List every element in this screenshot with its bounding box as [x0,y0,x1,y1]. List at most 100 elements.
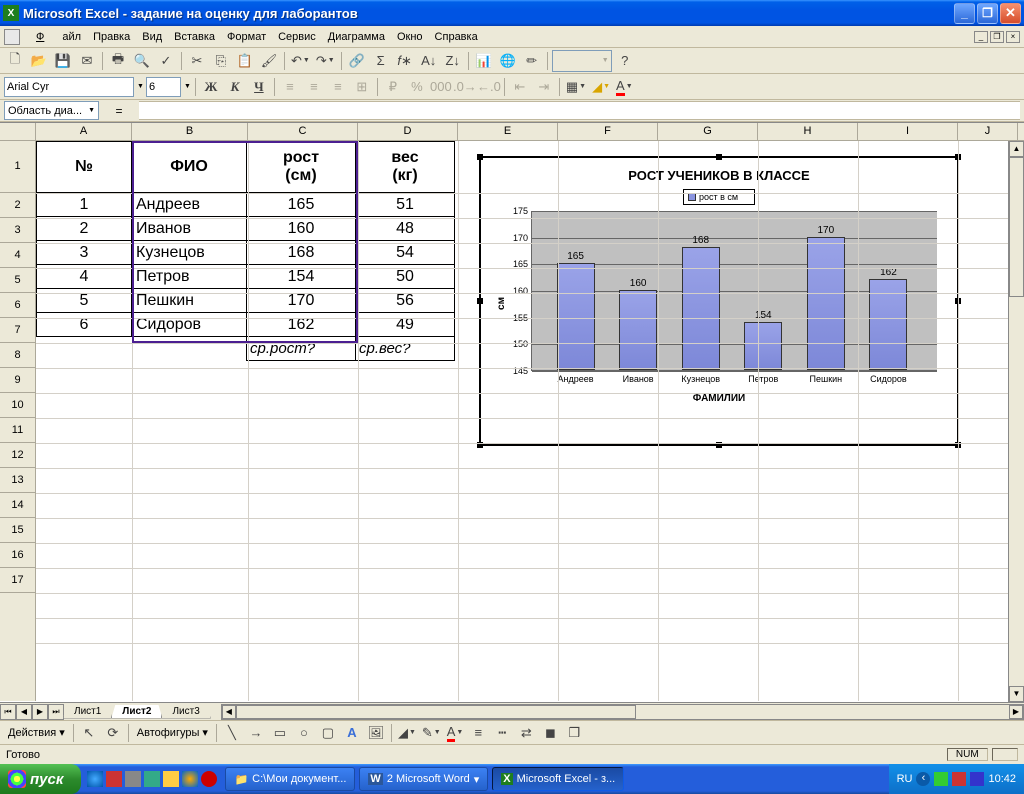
row-header-11[interactable]: 11 [0,418,35,443]
autosum-icon[interactable]: Σ [370,50,392,72]
currency-icon[interactable]: ₽ [382,76,404,98]
col-header-F[interactable]: F [558,123,658,140]
col-header-D[interactable]: D [358,123,458,140]
clipart-icon[interactable]: 🖼 [365,722,387,744]
dec-indent-icon[interactable]: ⇤ [509,76,531,98]
scroll-down-icon[interactable]: ▼ [1009,686,1024,702]
scroll-left-icon[interactable]: ◀ [222,705,236,719]
col-header-G[interactable]: G [658,123,758,140]
menu-window[interactable]: Окно [391,29,429,45]
worksheet[interactable]: ABCDEFGHIJ 1234567891011121314151617 №ФИ… [0,122,1024,702]
row-header-7[interactable]: 7 [0,318,35,343]
align-center-icon[interactable]: ≡ [303,76,325,98]
row-header-15[interactable]: 15 [0,518,35,543]
menu-edit[interactable]: Правка [87,29,136,45]
tab-last-icon[interactable]: ⏭ [48,704,64,720]
col-header-J[interactable]: J [958,123,1018,140]
col-header-C[interactable]: C [248,123,358,140]
drawing-icon[interactable]: ✏ [521,50,543,72]
name-box[interactable]: Область диа...▼ [4,101,99,120]
line-style-icon[interactable]: ≡ [467,722,489,744]
menu-chart[interactable]: Диаграмма [322,29,391,45]
row-header-17[interactable]: 17 [0,568,35,593]
row-header-1[interactable]: 1 [0,141,35,193]
row-header-12[interactable]: 12 [0,443,35,468]
col-header-B[interactable]: B [132,123,248,140]
formula-input[interactable] [139,101,1020,120]
col-header-H[interactable]: H [758,123,858,140]
sheet-tab-3[interactable]: Лист3 [161,705,210,719]
sort-desc-icon[interactable]: Z↓ [442,50,464,72]
arrow-style-icon[interactable]: ⇄ [515,722,537,744]
row-header-10[interactable]: 10 [0,393,35,418]
tray-app1-icon[interactable] [934,772,948,786]
lang-indicator[interactable]: RU [897,773,913,785]
textbox-icon[interactable]: ▢ [317,722,339,744]
font-size-combo[interactable] [146,77,181,97]
row-header-5[interactable]: 5 [0,268,35,293]
task-excel[interactable]: X Microsoft Excel - з... [492,767,624,791]
align-right-icon[interactable]: ≡ [327,76,349,98]
undo-icon[interactable]: ↶▼ [289,50,312,72]
spell-icon[interactable]: ✓ [155,50,177,72]
align-left-icon[interactable]: ≡ [279,76,301,98]
rect-icon[interactable]: ▭ [269,722,291,744]
ql-app-icon[interactable] [125,771,141,787]
autoshapes-menu[interactable]: Автофигуры ▾ [133,726,212,739]
comma-icon[interactable]: 000 [430,76,452,98]
tab-prev-icon[interactable]: ◀ [16,704,32,720]
fill-icon[interactable]: ◢▼ [396,722,418,744]
ql-mail-icon[interactable] [163,771,179,787]
menu-file[interactable]: Файл [24,29,87,45]
tab-first-icon[interactable]: ⏮ [0,704,16,720]
hyperlink-icon[interactable]: 🔗 [346,50,368,72]
minimize-button[interactable]: _ [954,3,975,24]
inc-indent-icon[interactable]: ⇥ [533,76,555,98]
percent-icon[interactable]: % [406,76,428,98]
help-icon[interactable]: ? [614,50,636,72]
dash-style-icon[interactable]: ┅ [491,722,513,744]
ql-ie-icon[interactable] [87,771,103,787]
tray-expand-icon[interactable]: ‹ [916,772,930,786]
maximize-button[interactable]: ❐ [977,3,998,24]
row-header-4[interactable]: 4 [0,243,35,268]
col-header-I[interactable]: I [858,123,958,140]
cut-icon[interactable]: ✂ [186,50,208,72]
row-header-3[interactable]: 3 [0,218,35,243]
print-icon[interactable]: 🖶 [107,50,129,72]
menu-help[interactable]: Справка [429,29,484,45]
merge-icon[interactable]: ⊞ [351,76,373,98]
font-name-combo[interactable] [4,77,134,97]
italic-icon[interactable]: К [224,76,246,98]
mdi-minimize[interactable]: _ [974,31,988,43]
line-color-icon[interactable]: ✎▼ [420,722,443,744]
preview-icon[interactable]: 🔍 [131,50,153,72]
function-icon[interactable]: f∗ [394,50,416,72]
chart-wizard-icon[interactable]: 📊 [473,50,495,72]
close-button[interactable]: ✕ [1000,3,1021,24]
inc-decimal-icon[interactable]: .0→ [454,76,476,98]
bold-icon[interactable]: Ж [200,76,222,98]
mdi-restore[interactable]: ❐ [990,31,1004,43]
h-scroll-thumb[interactable] [236,705,637,719]
row-header-8[interactable]: 8 [0,343,35,368]
clock[interactable]: 10:42 [988,773,1016,785]
save-icon[interactable]: 💾 [52,50,74,72]
arrow-icon[interactable]: → [245,722,267,744]
select-all-corner[interactable] [0,123,36,140]
mdi-close[interactable]: × [1006,31,1020,43]
sheet-tab-2[interactable]: Лист2 [111,705,162,719]
start-button[interactable]: пуск [0,764,81,794]
borders-icon[interactable]: ▦▼ [564,76,588,98]
menu-insert[interactable]: Вставка [168,29,221,45]
tray-app2-icon[interactable] [952,772,966,786]
col-header-E[interactable]: E [458,123,558,140]
row-header-13[interactable]: 13 [0,468,35,493]
menu-tools[interactable]: Сервис [272,29,322,45]
sort-asc-icon[interactable]: A↓ [418,50,440,72]
vertical-scrollbar[interactable]: ▲ ▼ [1008,141,1024,702]
sheet-tab-1[interactable]: Лист1 [63,705,112,719]
fill-color-icon[interactable]: ◢▼ [590,76,612,98]
ql-wmp-icon[interactable] [182,771,198,787]
horizontal-scrollbar[interactable]: ◀ ▶ [221,704,1024,720]
